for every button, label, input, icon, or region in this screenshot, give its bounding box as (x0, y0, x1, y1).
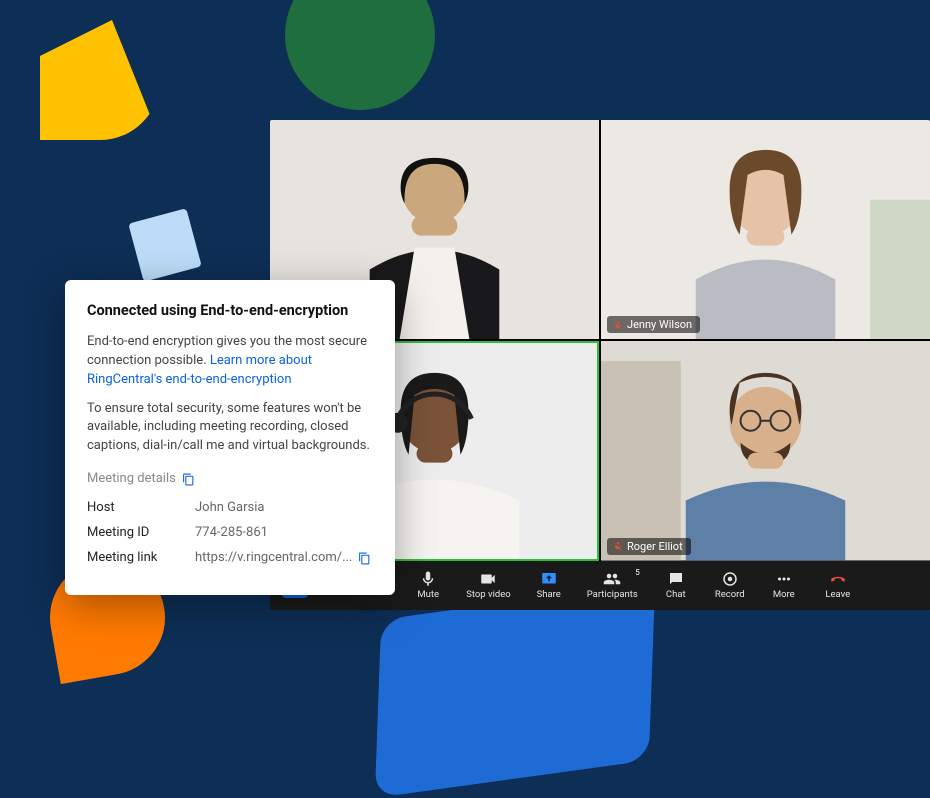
participant-video-4 (601, 341, 930, 560)
decor-green-circle (285, 0, 435, 110)
meeting-details-header[interactable]: Meeting details (87, 470, 373, 489)
popup-title: Connected using End-to-end-encryption (87, 300, 373, 321)
microphone-icon (419, 570, 437, 588)
name-tag-2: Jenny Wilson (607, 316, 700, 333)
stop-video-label: Stop video (466, 589, 511, 600)
meeting-link-value: https://v.ringcentral.com/... (195, 549, 352, 568)
record-button[interactable]: Record (706, 566, 754, 604)
participant-name-4: Roger Elliot (627, 540, 683, 553)
decor-blue-parallelogram (375, 582, 655, 798)
participant-name-2: Jenny Wilson (627, 318, 692, 331)
participants-icon (603, 570, 621, 588)
encryption-info-popup: Connected using End-to-end-encryption En… (65, 280, 395, 595)
popup-paragraph-2: To ensure total security, some features … (87, 400, 373, 457)
chat-label: Chat (666, 589, 686, 600)
mute-button[interactable]: Mute (404, 566, 452, 604)
chat-button[interactable]: Chat (652, 566, 700, 604)
leave-label: Leave (825, 589, 850, 600)
record-label: Record (715, 589, 745, 600)
participant-video-2 (601, 120, 930, 339)
decor-yellow-wedge (40, 20, 160, 140)
more-dots-icon (775, 570, 793, 588)
more-label: More (773, 589, 795, 600)
host-row: Host John Garsia (87, 499, 373, 518)
mic-muted-icon (613, 320, 623, 330)
name-tag-4: Roger Elliot (607, 538, 691, 555)
host-label: Host (87, 499, 195, 518)
record-icon (721, 570, 739, 588)
copy-icon (182, 473, 195, 486)
meeting-link-label: Meeting link (87, 549, 195, 568)
video-tile-2[interactable]: Jenny Wilson (601, 120, 930, 339)
video-tile-4[interactable]: Roger Elliot (601, 341, 930, 560)
camera-icon (479, 570, 497, 588)
hangup-icon (829, 570, 847, 588)
stop-video-button[interactable]: Stop video (458, 566, 519, 604)
copy-link-button[interactable] (358, 552, 371, 565)
mic-muted-icon (613, 541, 623, 551)
mute-label: Mute (417, 589, 439, 600)
share-label: Share (537, 589, 561, 600)
participants-label: Participants (587, 589, 638, 600)
meeting-id-row: Meeting ID 774-285-861 (87, 524, 373, 543)
meeting-link-row: Meeting link https://v.ringcentral.com/.… (87, 549, 373, 568)
popup-paragraph-1: End-to-end encryption gives you the most… (87, 333, 373, 390)
share-button[interactable]: Share (525, 566, 573, 604)
share-screen-icon (540, 570, 558, 588)
chat-icon (667, 570, 685, 588)
more-button[interactable]: More (760, 566, 808, 604)
host-value: John Garsia (195, 499, 373, 518)
meeting-id-value: 774-285-861 (195, 524, 373, 543)
meeting-id-label: Meeting ID (87, 524, 195, 543)
participants-button[interactable]: 5 Participants (579, 566, 646, 604)
leave-button[interactable]: Leave (814, 566, 862, 604)
decor-lightblue-square (128, 208, 201, 281)
participants-count-badge: 5 (635, 568, 640, 577)
